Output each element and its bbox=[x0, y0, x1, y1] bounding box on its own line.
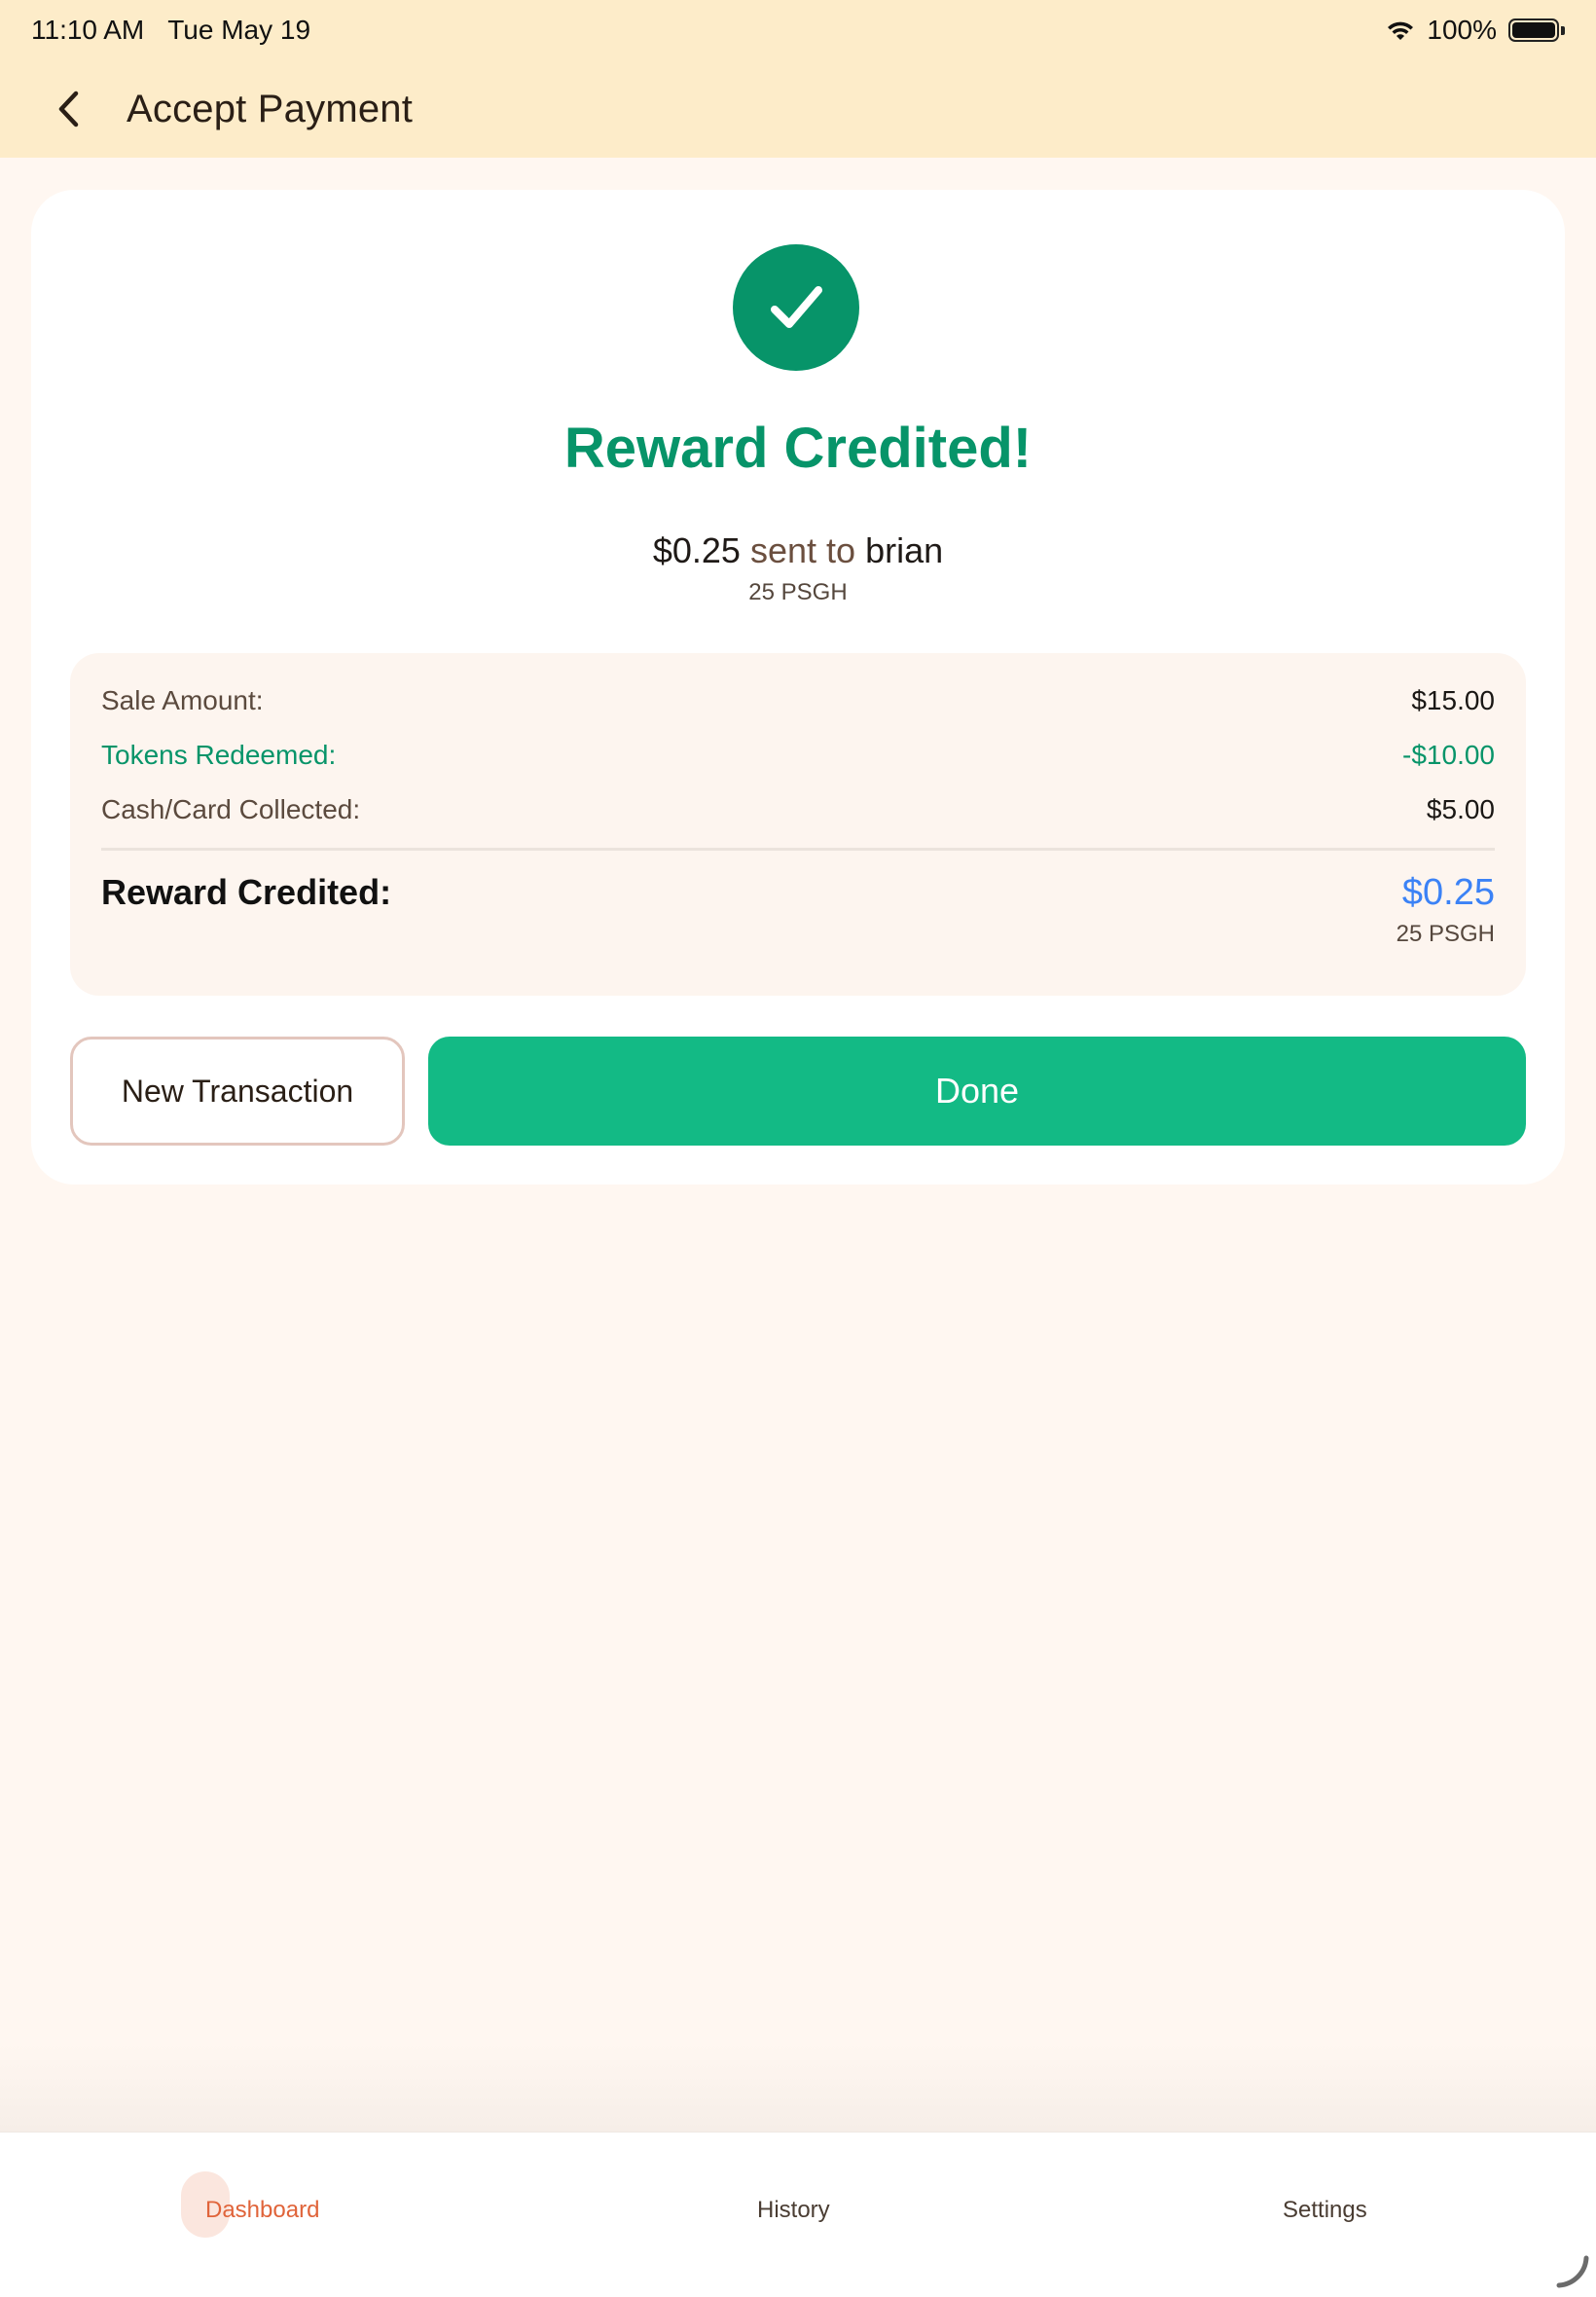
checkmark-icon bbox=[733, 244, 859, 371]
cash-collected-row: Cash/Card Collected: $5.00 bbox=[101, 794, 1495, 825]
status-left: 11:10 AM Tue May 19 bbox=[31, 15, 310, 46]
reward-headline: Reward Credited! bbox=[563, 417, 1033, 480]
resize-handle-icon[interactable] bbox=[1551, 2252, 1590, 2291]
nav-bar: Accept Payment bbox=[0, 60, 1596, 158]
new-transaction-button[interactable]: New Transaction bbox=[70, 1037, 405, 1146]
reward-credited-value: $0.25 bbox=[1401, 872, 1495, 913]
done-button[interactable]: Done bbox=[428, 1037, 1526, 1146]
tab-dashboard[interactable]: Dashboard bbox=[205, 2181, 319, 2240]
summary-divider bbox=[101, 848, 1495, 851]
tokens-redeemed-row: Tokens Redeemed: -$10.00 bbox=[101, 740, 1495, 771]
page-title: Accept Payment bbox=[127, 87, 414, 130]
tab-history[interactable]: History bbox=[757, 2181, 830, 2240]
recipient-name: brian bbox=[865, 530, 944, 570]
sent-to-text: sent to bbox=[749, 530, 856, 570]
reward-credited-label: Reward Credited: bbox=[101, 872, 392, 912]
cash-collected-value: $5.00 bbox=[1426, 794, 1495, 824]
status-bar: 11:10 AM Tue May 19 100% bbox=[0, 0, 1596, 60]
back-button[interactable] bbox=[47, 88, 90, 130]
tab-bar: Dashboard History Settings bbox=[0, 2132, 1596, 2297]
chevron-left-icon bbox=[58, 91, 79, 128]
wifi-icon bbox=[1386, 18, 1415, 42]
status-date: Tue May 19 bbox=[167, 15, 311, 45]
result-card: Reward Credited! $0.25 sent to brian 25 … bbox=[31, 190, 1565, 1185]
sent-tokens: 25 PSGH bbox=[748, 579, 848, 605]
tokens-redeemed-label: Tokens Redeemed: bbox=[101, 740, 337, 770]
sale-amount-value: $15.00 bbox=[1411, 685, 1495, 715]
sent-amount: $0.25 bbox=[652, 530, 741, 570]
reward-credited-tokens: 25 PSGH bbox=[1396, 921, 1495, 947]
status-time: 11:10 AM bbox=[31, 15, 145, 45]
sale-amount-label: Sale Amount: bbox=[101, 685, 264, 715]
sale-amount-row: Sale Amount: $15.00 bbox=[101, 685, 1495, 716]
transaction-summary: Sale Amount: $15.00 Tokens Redeemed: -$1… bbox=[70, 653, 1526, 996]
tokens-redeemed-value: -$10.00 bbox=[1402, 740, 1495, 770]
battery-icon bbox=[1508, 18, 1565, 42]
cash-collected-label: Cash/Card Collected: bbox=[101, 794, 361, 824]
sent-summary: $0.25 sent to brian bbox=[31, 530, 1565, 571]
battery-percent: 100% bbox=[1427, 15, 1497, 45]
tab-settings[interactable]: Settings bbox=[1283, 2181, 1367, 2240]
status-right: 100% bbox=[1386, 15, 1565, 46]
bottom-fade bbox=[0, 2044, 1596, 2132]
